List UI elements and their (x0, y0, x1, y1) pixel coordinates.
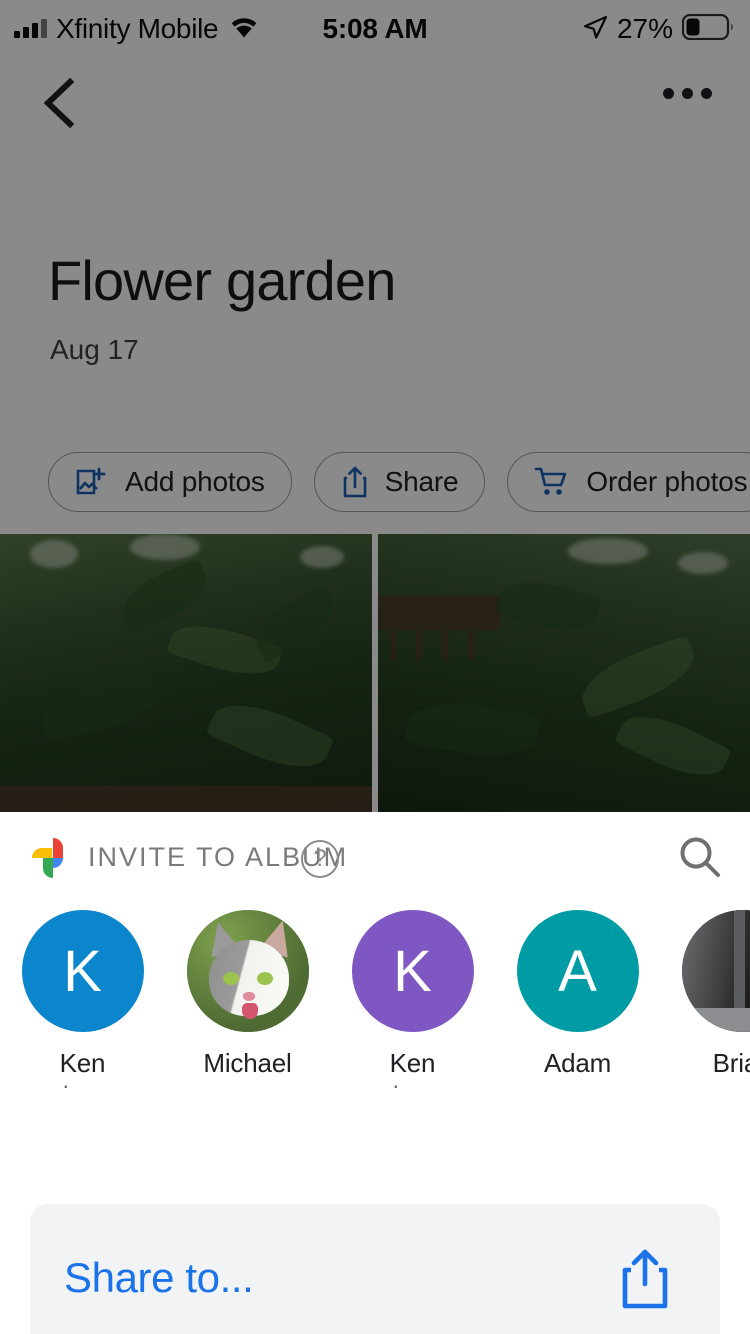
contact-name: Michael (203, 1048, 292, 1078)
contact-item[interactable]: A Adam (495, 910, 660, 1081)
contact-suggestions-row[interactable]: K Ken ken Michael K (0, 910, 750, 1100)
share-to-label: Share to... (64, 1254, 254, 1301)
more-options-icon[interactable] (663, 88, 712, 99)
contact-item[interactable]: Brian (660, 910, 750, 1081)
album-date: Aug 17 (50, 334, 139, 365)
share-icon (341, 465, 369, 499)
avatar (681, 910, 750, 1032)
share-chip[interactable]: Share (313, 452, 486, 512)
share-label: Share (384, 466, 459, 497)
share-to-bar[interactable]: Share to... (30, 1204, 720, 1334)
order-photos-label: Order photos (586, 466, 748, 497)
location-arrow-icon (582, 14, 608, 45)
contact-item[interactable]: K Ken ken (330, 910, 495, 1088)
add-photos-chip[interactable]: Add photos (48, 452, 292, 512)
album-photo-thumbnail[interactable] (378, 534, 750, 812)
search-icon[interactable] (672, 830, 728, 886)
avatar-initial: A (558, 938, 597, 1004)
album-photo-thumbnail[interactable] (0, 534, 372, 812)
contact-name: Ken (389, 1048, 436, 1078)
contact-name: Ken (59, 1048, 106, 1078)
album-photo-grid (0, 534, 750, 812)
contact-item[interactable]: K Ken ken (0, 910, 165, 1088)
battery-icon (681, 13, 734, 45)
avatar: K (21, 910, 144, 1032)
battery-percent-label: 27% (616, 13, 673, 44)
avatar-initial: K (393, 938, 432, 1004)
background-album-screen: Xfinity Mobile 5:08 AM 27% Flower garden… (0, 0, 750, 812)
contact-name: Adam (543, 1048, 612, 1078)
sheet-header: INVITE TO ALBUM ? (0, 812, 750, 894)
avatar (186, 910, 309, 1032)
phone-screen: Xfinity Mobile 5:08 AM 27% Flower garden… (0, 0, 750, 1334)
status-bar-right: 27% (582, 0, 734, 58)
add-photo-icon (75, 466, 109, 498)
avatar: A (516, 910, 639, 1032)
album-title: Flower garden (48, 249, 396, 312)
contact-subtitle: ken (63, 1081, 102, 1088)
album-action-chips: Add photos Share Order photos (48, 452, 750, 512)
status-bar: Xfinity Mobile 5:08 AM 27% (0, 0, 750, 58)
album-top-bar (0, 58, 750, 148)
avatar-initial: K (63, 938, 102, 1004)
contact-subtitle: ken (393, 1081, 432, 1088)
order-photos-chip[interactable]: Order photos (507, 452, 750, 512)
contact-name: Brian (712, 1048, 750, 1078)
google-photos-logo (30, 836, 76, 880)
avatar: K (351, 910, 474, 1032)
invite-to-album-sheet: INVITE TO ALBUM ? K Ken ken (0, 812, 750, 1334)
add-photos-label: Add photos (125, 466, 265, 497)
ios-share-icon[interactable] (618, 1248, 672, 1310)
shopping-cart-icon (534, 466, 570, 498)
album-detail-content: Xfinity Mobile 5:08 AM 27% Flower garden… (0, 0, 750, 812)
contact-item[interactable]: Michael (165, 910, 330, 1081)
back-chevron-icon[interactable] (36, 76, 84, 130)
help-circle-icon[interactable]: ? (301, 840, 339, 878)
